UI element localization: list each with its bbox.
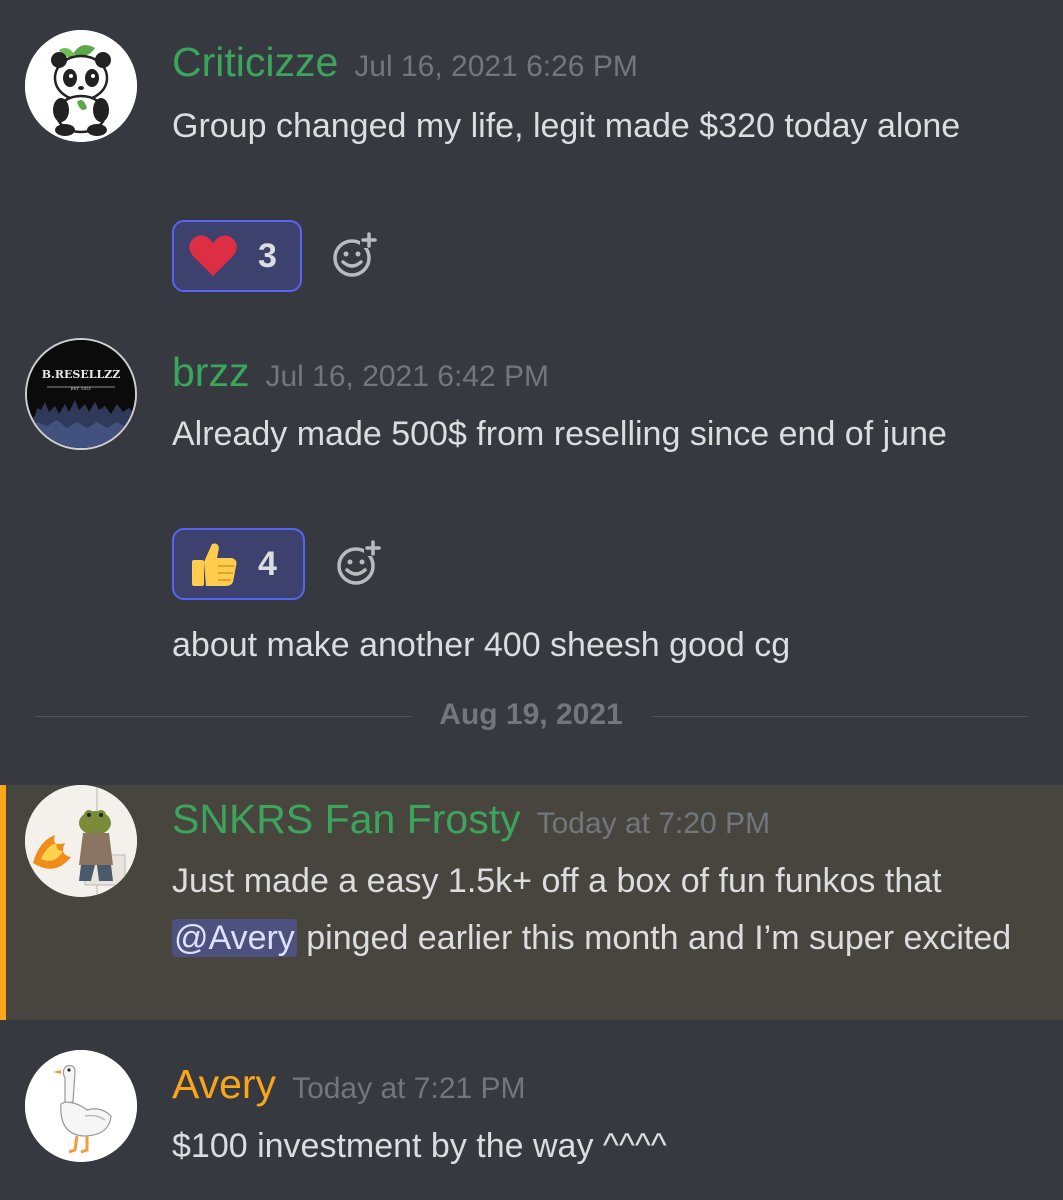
avatar-criticizze[interactable]: [25, 30, 137, 142]
author-snkrs-fan-frosty[interactable]: SNKRS Fan Frosty: [172, 796, 521, 842]
reaction-thumbs-up[interactable]: 4: [172, 528, 305, 600]
message-timestamp: Jul 16, 2021 6:26 PM: [354, 50, 638, 83]
message-text: Already made 500$ from reselling since e…: [172, 415, 947, 453]
message-text: Just made a easy 1.5k+ off a box of fun …: [172, 853, 1032, 967]
message-text: Group changed my life, legit made $320 t…: [172, 107, 961, 145]
goose-avatar-icon: [25, 1050, 137, 1162]
date-divider: Aug 19, 2021: [35, 690, 1027, 742]
message-timestamp: Today at 7:20 PM: [536, 807, 771, 840]
reaction-count: 4: [258, 544, 277, 583]
message-text: $100 investment by the way ^^^^: [172, 1127, 667, 1165]
author-criticizze[interactable]: Criticizze: [172, 39, 338, 85]
avatar-snkrs-fan-frosty[interactable]: [25, 785, 137, 897]
heart-icon: [189, 235, 237, 276]
author-name[interactable]: SNKRS Fan Frosty Today at 7:20 PM: [172, 795, 770, 848]
avatar-avery[interactable]: [25, 1050, 137, 1162]
message-timestamp: Jul 16, 2021 6:42 PM: [265, 360, 549, 393]
message-criticizze: Criticizze Jul 16, 2021 6:26 PM Group cha…: [0, 0, 1063, 320]
message-avery: Avery Today at 7:21 PM $100 investment by…: [0, 1020, 1063, 1200]
add-reaction-icon[interactable]: [334, 540, 382, 588]
avatar-logo-text: B.RESELLZZ: [42, 368, 121, 381]
message-text-after: pinged earlier this month and I’m super …: [296, 919, 1012, 957]
message-timestamp: Today at 7:21 PM: [292, 1072, 526, 1105]
author-name[interactable]: Criticizze Jul 16, 2021 6:26 PM: [172, 38, 638, 91]
message-text-before: Just made a easy 1.5k+ off a box of fun …: [172, 862, 942, 900]
divider-date-label: Aug 19, 2021: [439, 698, 623, 731]
reaction-count: 3: [258, 236, 277, 275]
frog-fire-avatar-icon: [25, 785, 137, 897]
avatar-logo-subtext: EST. 2021: [71, 386, 91, 391]
author-name[interactable]: Avery Today at 7:21 PM: [172, 1060, 526, 1113]
message-brzz: B.RESELLZZ EST. 2021 brzz Jul 16, 2021 6:…: [0, 320, 1063, 690]
panda-avatar-icon: [25, 30, 137, 142]
user-mention[interactable]: @Avery: [172, 919, 297, 957]
message-followup-text: about make another 400 sheesh good cg: [172, 626, 791, 664]
avatar-brzz[interactable]: B.RESELLZZ EST. 2021: [25, 338, 137, 450]
reselling-logo-icon: B.RESELLZZ EST. 2021: [27, 340, 135, 448]
add-reaction-icon[interactable]: [330, 232, 378, 280]
reaction-heart[interactable]: 3: [172, 220, 302, 292]
message-snkrs-fan-frosty: SNKRS Fan Frosty Today at 7:20 PM Just ma…: [0, 785, 1063, 1020]
author-name[interactable]: brzz Jul 16, 2021 6:42 PM: [172, 348, 549, 401]
thumbs-up-icon: [192, 543, 237, 586]
author-avery[interactable]: Avery: [172, 1061, 276, 1107]
author-brzz[interactable]: brzz: [172, 349, 249, 395]
